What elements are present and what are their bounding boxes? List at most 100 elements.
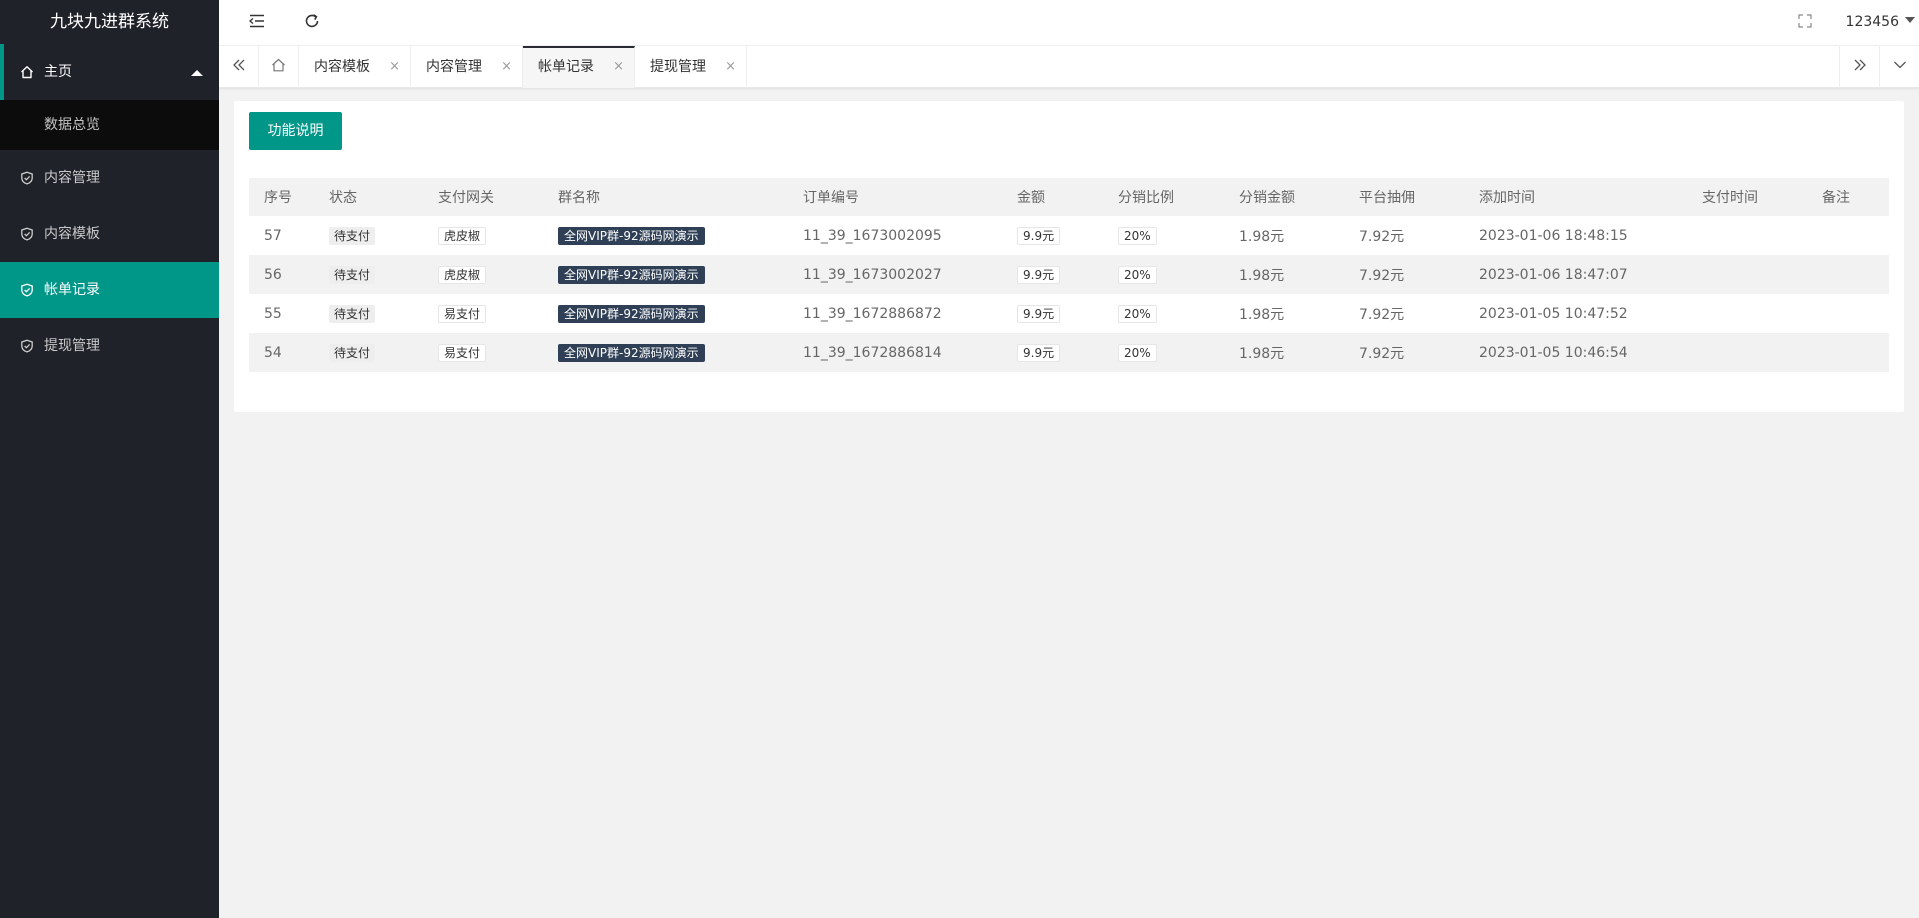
refresh-button[interactable] [287, 0, 337, 46]
double-chevron-left-icon [232, 58, 246, 76]
cell-status: 待支付 [314, 216, 423, 255]
col-header[interactable]: 订单编号 [788, 178, 1002, 216]
col-header[interactable]: 支付时间 [1687, 178, 1807, 216]
user-menu[interactable]: 123456 [1846, 0, 1919, 46]
tabs-scroll-right-button[interactable] [1839, 46, 1879, 88]
col-header[interactable]: 序号 [249, 178, 314, 216]
shield-check-icon [19, 262, 35, 318]
refresh-icon [304, 13, 320, 33]
sidebar-item-data-overview[interactable]: 数据总览 [0, 100, 219, 150]
help-button[interactable]: 功能说明 [249, 112, 342, 150]
table-row[interactable]: 55 待支付 易支付 全网VIP群-92源码网演示 11_39_16728868… [249, 294, 1889, 333]
table-row[interactable]: 57 待支付 虎皮椒 全网VIP群-92源码网演示 11_39_16730020… [249, 216, 1889, 255]
tab-withdrawal-management[interactable]: 提现管理 × [635, 46, 747, 88]
app-title: 九块九进群系统 [0, 0, 219, 44]
cell-id: 55 [264, 305, 282, 322]
status-badge: 待支付 [329, 343, 376, 362]
sidebar-item-bill-records[interactable]: 帐单记录 [0, 262, 219, 318]
tab-home[interactable] [259, 46, 299, 88]
tab-label: 内容管理 [426, 59, 482, 75]
close-icon[interactable]: × [389, 46, 400, 88]
cell-added-time: 2023-01-05 10:46:54 [1464, 333, 1687, 372]
gateway-badge: 虎皮椒 [438, 226, 487, 245]
gateway-badge: 易支付 [438, 304, 487, 323]
close-icon[interactable]: × [725, 46, 736, 88]
cell-paid-time [1687, 255, 1807, 294]
home-icon [19, 44, 35, 100]
cell-status: 待支付 [314, 294, 423, 333]
cell-gateway: 易支付 [423, 294, 543, 333]
gateway-badge: 易支付 [438, 343, 487, 362]
table-header-row: 序号 状态 支付网关 群名称 订单编号 金额 分销比例 分销金额 平台抽佣 添加… [249, 178, 1889, 216]
tabs-menu-button[interactable] [1879, 46, 1919, 88]
amount-badge: 9.9元 [1017, 304, 1061, 323]
sidebar-item-label: 提现管理 [44, 338, 100, 354]
bill-table: 序号 状态 支付网关 群名称 订单编号 金额 分销比例 分销金额 平台抽佣 添加… [249, 178, 1889, 372]
cell-added-time: 2023-01-05 10:47:52 [1479, 305, 1628, 322]
cell-order: 11_39_1673002027 [788, 255, 1002, 294]
cell-ratio: 20% [1103, 294, 1224, 333]
collapse-sidebar-button[interactable] [232, 0, 282, 46]
close-icon[interactable]: × [613, 48, 624, 86]
status-badge: 待支付 [329, 265, 376, 284]
col-header[interactable]: 状态 [314, 178, 423, 216]
sidebar-item-content-template[interactable]: 内容模板 [0, 206, 219, 262]
amount-badge: 9.9元 [1017, 265, 1061, 284]
tab-bill-records[interactable]: 帐单记录 × [523, 46, 635, 88]
sidebar-item-content-management[interactable]: 内容管理 [0, 150, 219, 206]
cell-dist-amount: 1.98元 [1239, 306, 1285, 323]
cell-dist-amount: 1.98元 [1224, 255, 1344, 294]
col-header[interactable]: 添加时间 [1464, 178, 1687, 216]
tab-content-management[interactable]: 内容管理 × [411, 46, 523, 88]
col-header[interactable]: 分销比例 [1103, 178, 1224, 216]
fullscreen-button[interactable] [1780, 0, 1830, 46]
cell-amount: 9.9元 [1002, 216, 1103, 255]
cell-ratio: 20% [1103, 255, 1224, 294]
double-chevron-right-icon [1853, 58, 1867, 76]
caret-up-icon [191, 70, 203, 76]
sidebar-item-label: 内容管理 [44, 170, 100, 186]
cell-status: 待支付 [314, 333, 423, 372]
table-row[interactable]: 54 待支付 易支付 全网VIP群-92源码网演示 11_39_16728868… [249, 333, 1889, 372]
fullscreen-icon [1798, 14, 1812, 32]
cell-group: 全网VIP群-92源码网演示 [543, 294, 788, 333]
group-badge: 全网VIP群-92源码网演示 [558, 265, 705, 284]
cell-dist-amount: 1.98元 [1239, 228, 1285, 245]
tab-label: 内容模板 [314, 59, 370, 75]
tab-content-template[interactable]: 内容模板 × [299, 46, 411, 88]
cell-id: 54 [249, 333, 314, 372]
cell-group: 全网VIP群-92源码网演示 [543, 216, 788, 255]
tabs-scroll-left-button[interactable] [219, 46, 259, 88]
close-icon[interactable]: × [501, 46, 512, 88]
sidebar-item-withdrawal-management[interactable]: 提现管理 [0, 318, 219, 374]
cell-order: 11_39_1673002095 [803, 227, 942, 244]
gateway-badge: 虎皮椒 [438, 265, 487, 284]
cell-commission: 7.92元 [1344, 255, 1464, 294]
col-header[interactable]: 分销金额 [1224, 178, 1344, 216]
group-badge: 全网VIP群-92源码网演示 [558, 304, 705, 323]
cell-gateway: 易支付 [423, 333, 543, 372]
chevron-down-icon [1893, 58, 1907, 76]
caret-down-icon [1905, 17, 1915, 23]
sidebar-item-home[interactable]: 主页 [0, 44, 219, 100]
col-header[interactable]: 平台抽佣 [1344, 178, 1464, 216]
table-row[interactable]: 56 待支付 虎皮椒 全网VIP群-92源码网演示 11_39_16730020… [249, 255, 1889, 294]
cell-ratio: 20% [1103, 216, 1224, 255]
cell-added-time: 2023-01-06 18:47:07 [1464, 255, 1687, 294]
col-header[interactable]: 备注 [1807, 178, 1889, 216]
group-badge: 全网VIP群-92源码网演示 [558, 343, 705, 362]
tabs: 内容模板 × 内容管理 × 帐单记录 × 提现管理 × [259, 46, 747, 88]
col-header[interactable]: 支付网关 [423, 178, 543, 216]
content-card: 功能说明 序号 状态 支付网关 群名称 订单编号 金额 分销比例 分销金额 平台… [234, 101, 1904, 412]
cell-status: 待支付 [314, 255, 423, 294]
ratio-badge: 20% [1118, 343, 1157, 362]
col-header[interactable]: 群名称 [543, 178, 788, 216]
cell-paid-time [1687, 216, 1807, 255]
user-name: 123456 [1845, 14, 1899, 30]
tab-label: 帐单记录 [538, 59, 594, 75]
cell-order: 11_39_1672886872 [803, 305, 942, 322]
sidebar-item-label: 帐单记录 [44, 282, 100, 298]
col-header[interactable]: 金额 [1002, 178, 1103, 216]
cell-amount: 9.9元 [1002, 333, 1103, 372]
sidebar-item-label: 主页 [44, 64, 72, 80]
